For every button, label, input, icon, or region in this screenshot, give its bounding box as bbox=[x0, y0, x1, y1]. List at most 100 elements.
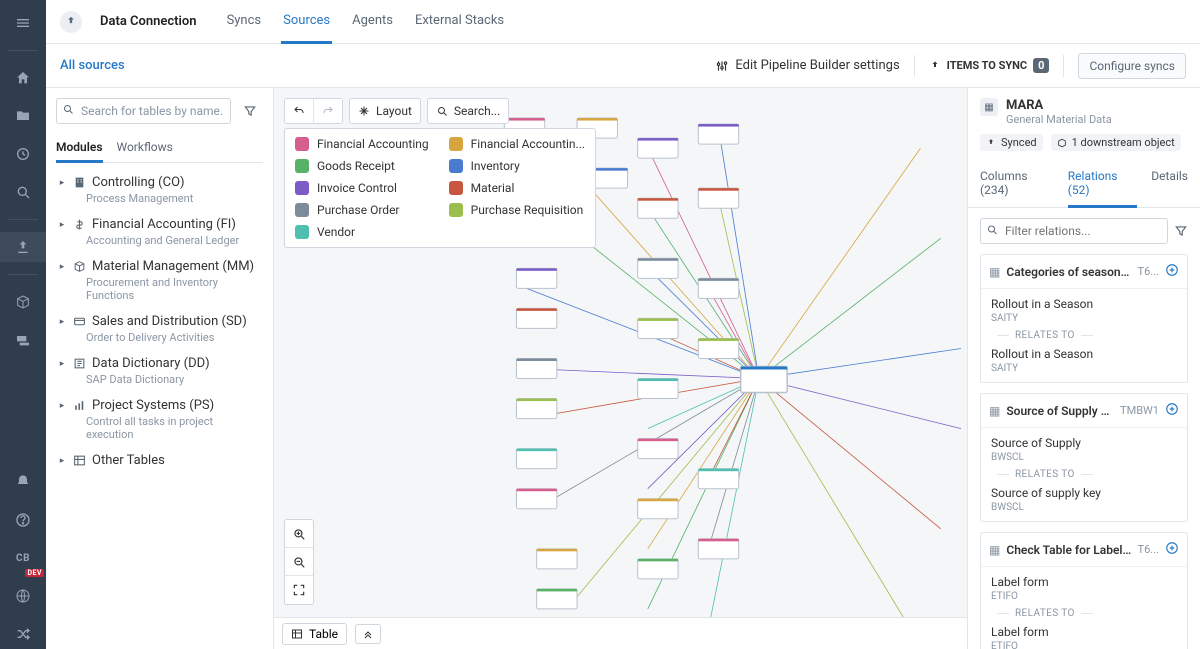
table-view-button[interactable]: Table bbox=[282, 623, 347, 645]
chevron-right-icon: ▸ bbox=[58, 456, 66, 466]
legend-swatch bbox=[449, 203, 463, 217]
graph-node[interactable] bbox=[638, 379, 678, 399]
graph-node[interactable] bbox=[698, 278, 738, 298]
graph-node[interactable] bbox=[638, 439, 678, 459]
legend-item[interactable]: Financial Accounting bbox=[295, 137, 429, 151]
relates-to-label: RELATES TO bbox=[991, 608, 1177, 619]
layout-button[interactable]: Layout bbox=[350, 99, 420, 123]
graph-node[interactable] bbox=[698, 469, 738, 489]
items-to-sync[interactable]: ITEMS TO SYNC 0 bbox=[929, 58, 1050, 73]
zoom-controls bbox=[284, 519, 314, 605]
panel-tab-modules[interactable]: Modules bbox=[56, 134, 103, 163]
legend-item[interactable]: Vendor bbox=[295, 225, 429, 239]
nav-tab-external-stacks[interactable]: External Stacks bbox=[413, 0, 506, 44]
rail-menu-icon[interactable] bbox=[0, 8, 46, 38]
rail-folder-icon[interactable] bbox=[0, 101, 46, 131]
rail-help-icon[interactable] bbox=[0, 505, 46, 535]
canvas-search-button[interactable]: Search... bbox=[428, 99, 508, 123]
rail-upload-icon[interactable] bbox=[0, 232, 46, 262]
add-relation-button[interactable] bbox=[1165, 541, 1179, 558]
legend-swatch bbox=[295, 203, 309, 217]
graph-node[interactable] bbox=[698, 124, 738, 144]
filter-icon[interactable] bbox=[237, 98, 263, 124]
rail-user-icon[interactable]: CBDEV bbox=[0, 543, 46, 573]
undo-button[interactable] bbox=[285, 99, 314, 123]
panel-tab-workflows[interactable]: Workflows bbox=[117, 134, 173, 163]
module-item[interactable]: ▸Data Dictionary (DD)SAP Data Dictionary bbox=[56, 350, 263, 392]
legend-item[interactable]: Goods Receipt bbox=[295, 159, 429, 173]
legend-item[interactable]: Financial Accountin... bbox=[449, 137, 585, 151]
sub-header: All sources Edit Pipeline Builder settin… bbox=[46, 44, 1200, 88]
filter-icon[interactable] bbox=[1174, 218, 1188, 244]
collapse-up-button[interactable] bbox=[355, 624, 381, 644]
rail-cube-icon[interactable] bbox=[0, 287, 46, 317]
graph-node[interactable] bbox=[537, 589, 577, 609]
graph-node[interactable] bbox=[516, 399, 556, 419]
module-item[interactable]: ▸Sales and Distribution (SD)Order to Del… bbox=[56, 308, 263, 350]
configure-syncs-button[interactable]: Configure syncs bbox=[1078, 53, 1186, 79]
graph-node[interactable] bbox=[638, 138, 678, 158]
nav-tab-agents[interactable]: Agents bbox=[350, 0, 395, 44]
legend-item[interactable]: Material bbox=[449, 181, 585, 195]
legend-item[interactable]: Inventory bbox=[449, 159, 585, 173]
nav-tab-syncs[interactable]: Syncs bbox=[225, 0, 264, 44]
module-sub: Order to Delivery Activities bbox=[58, 331, 259, 344]
entity-icon: ▦ bbox=[980, 98, 998, 116]
graph-node[interactable] bbox=[698, 338, 738, 358]
rail-globe-icon[interactable] bbox=[0, 581, 46, 611]
chevron-right-icon: ▸ bbox=[58, 220, 66, 230]
graph-canvas[interactable]: Layout Search... Financial Accounting Fin… bbox=[274, 88, 968, 649]
table-search-input[interactable] bbox=[56, 98, 231, 124]
details-tab[interactable]: Details bbox=[1151, 161, 1188, 208]
relation-card: ▦ Check Table for Label Sh... T6... Labe… bbox=[980, 532, 1188, 649]
relation-card-code: TMBW1 bbox=[1120, 404, 1159, 417]
module-item[interactable]: ▸Financial Accounting (FI)Accounting and… bbox=[56, 211, 263, 253]
relation-to-meta: BWSCL bbox=[991, 502, 1177, 513]
zoom-in-button[interactable] bbox=[285, 520, 313, 548]
graph-node[interactable] bbox=[638, 318, 678, 338]
graph-node[interactable] bbox=[638, 198, 678, 218]
fit-view-button[interactable] bbox=[285, 576, 313, 604]
graph-node[interactable] bbox=[698, 539, 738, 559]
rail-search-icon[interactable] bbox=[0, 177, 46, 207]
legend-item[interactable]: Invoice Control bbox=[295, 181, 429, 195]
details-tab[interactable]: Relations (52) bbox=[1068, 161, 1138, 208]
graph-node[interactable] bbox=[516, 489, 556, 509]
rail-history-icon[interactable] bbox=[0, 139, 46, 169]
details-tab[interactable]: Columns (234) bbox=[980, 161, 1054, 208]
module-item[interactable]: ▸Project Systems (PS)Control all tasks i… bbox=[56, 392, 263, 447]
module-sub: SAP Data Dictionary bbox=[58, 373, 259, 386]
zoom-out-button[interactable] bbox=[285, 548, 313, 576]
graph-node[interactable] bbox=[638, 559, 678, 579]
rail-notifications-icon[interactable] bbox=[0, 467, 46, 497]
edit-pipeline-link[interactable]: Edit Pipeline Builder settings bbox=[715, 58, 899, 73]
module-icon bbox=[72, 315, 86, 328]
module-item[interactable]: ▸Material Management (MM)Procurement and… bbox=[56, 253, 263, 308]
add-relation-button[interactable] bbox=[1165, 402, 1179, 419]
relations-filter-input[interactable] bbox=[980, 218, 1168, 244]
add-relation-button[interactable] bbox=[1165, 263, 1179, 280]
graph-node[interactable] bbox=[698, 188, 738, 208]
legend-item[interactable]: Purchase Order bbox=[295, 203, 429, 217]
nav-tab-sources[interactable]: Sources bbox=[281, 0, 332, 44]
relation-from-meta: SAITY bbox=[991, 313, 1177, 324]
legend-label: Purchase Requisition bbox=[471, 203, 584, 217]
graph-node[interactable] bbox=[516, 308, 556, 328]
graph-node[interactable] bbox=[537, 549, 577, 569]
graph-node[interactable] bbox=[638, 499, 678, 519]
module-item[interactable]: ▸Controlling (CO)Process Management bbox=[56, 169, 263, 211]
rail-layers-icon[interactable] bbox=[0, 325, 46, 355]
downstream-pill[interactable]: 1 downstream object bbox=[1051, 134, 1181, 151]
graph-node[interactable] bbox=[516, 358, 556, 378]
rail-home-icon[interactable] bbox=[0, 63, 46, 93]
canvas-bottom-bar: Table bbox=[274, 617, 967, 649]
rail-shuffle-icon[interactable] bbox=[0, 619, 46, 649]
redo-button[interactable] bbox=[314, 99, 342, 123]
module-item[interactable]: ▸Other Tables bbox=[56, 447, 263, 474]
chevron-right-icon: ▸ bbox=[58, 262, 66, 272]
graph-node[interactable] bbox=[516, 449, 556, 469]
legend-label: Inventory bbox=[471, 159, 520, 173]
legend-item[interactable]: Purchase Requisition bbox=[449, 203, 585, 217]
graph-node[interactable] bbox=[516, 268, 556, 288]
graph-node[interactable] bbox=[638, 258, 678, 278]
